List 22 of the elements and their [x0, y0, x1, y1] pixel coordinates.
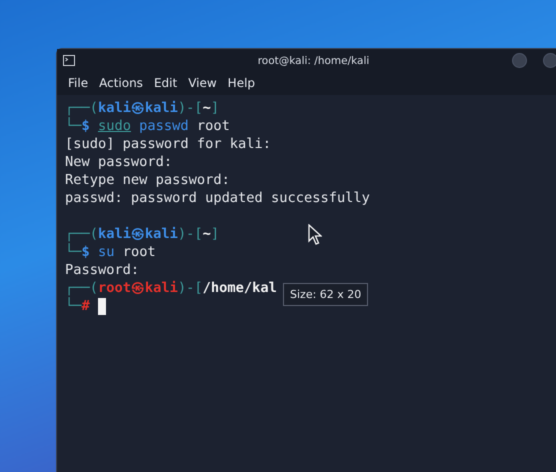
minimize-button[interactable]	[512, 53, 527, 68]
output-line: passwd: password updated successfully	[65, 189, 370, 207]
menu-item[interactable]: View	[188, 76, 217, 90]
command-line: └─$ su root	[65, 243, 156, 261]
output-line: Password:	[65, 261, 140, 279]
window-title: root@kali: /home/kali	[256, 54, 370, 66]
menu-item[interactable]: Help	[228, 76, 256, 90]
mouse-pointer-icon	[308, 224, 322, 245]
output-line: New password:	[65, 153, 172, 171]
terminal-icon	[63, 55, 75, 66]
maximize-button[interactable]	[543, 53, 556, 68]
prompt-line: ┌──(kali㉿kali)-[~]	[65, 99, 220, 117]
menu-item[interactable]: Edit	[154, 76, 178, 90]
menu-item[interactable]: File	[68, 76, 88, 90]
output-line: Retype new password:	[65, 171, 230, 189]
command-line: └─$ sudo passwd root	[65, 117, 230, 135]
output-line: [sudo] password for kali:	[65, 135, 272, 153]
command-line: └─#	[65, 297, 106, 315]
size-tooltip: Size: 62 x 20	[283, 283, 368, 306]
prompt-line: ┌──(kali㉿kali)-[~]	[65, 225, 220, 243]
prompt-line: ┌──(root㉿kali)-[/home/kal	[65, 279, 277, 297]
menu-item[interactable]: Actions	[99, 76, 143, 90]
